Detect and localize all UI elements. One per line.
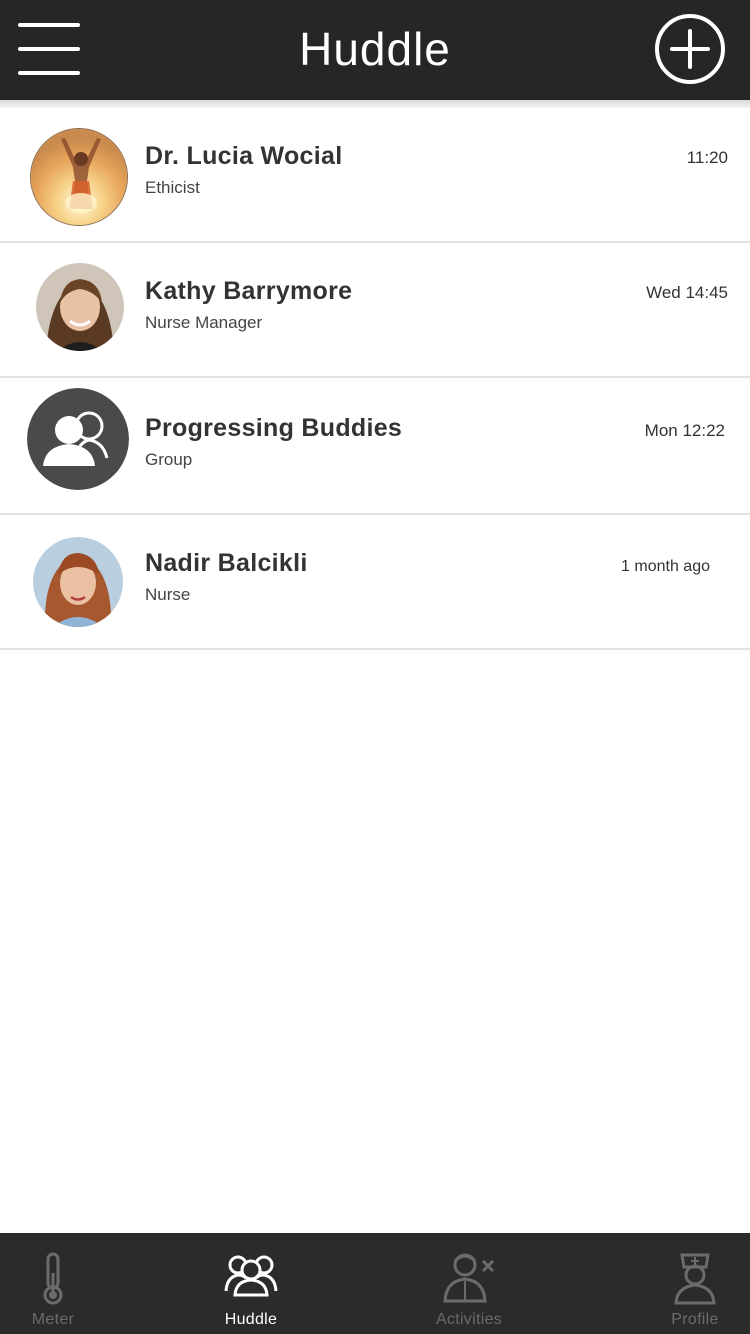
conversation-row[interactable]: Nadir Balcikli Nurse 1 month ago	[0, 515, 750, 650]
last-message-time: Mon 12:22	[644, 421, 725, 440]
conversation-row[interactable]: Kathy Barrymore Nurse Manager Wed 14:45	[0, 243, 750, 378]
plus-circle-icon[interactable]	[654, 13, 726, 85]
group-type: Group	[145, 450, 193, 469]
tab-bar: Meter Huddle Activities Profile	[0, 1233, 750, 1334]
huddle-screen: Huddle Dr. Lucia Wocial Ethicist 11:20 K…	[0, 0, 750, 1334]
page-title: Huddle	[299, 23, 451, 75]
app-header: Huddle	[0, 0, 750, 100]
group-icon	[27, 388, 129, 490]
tab-label: Huddle	[224, 1311, 278, 1328]
group-icon	[223, 1251, 279, 1302]
last-message-time: 11:20	[686, 148, 728, 167]
last-message-time: Wed 14:45	[646, 283, 728, 302]
contact-name: Dr. Lucia Wocial	[145, 142, 343, 170]
tab-label: Profile	[671, 1311, 719, 1328]
thermometer-icon	[38, 1251, 68, 1310]
doctor-icon	[441, 1251, 497, 1308]
contact-role: Nurse	[145, 585, 191, 604]
contact-role: Nurse Manager	[145, 313, 263, 332]
header-shadow	[0, 100, 750, 108]
tab-meter[interactable]: Meter	[0, 1233, 106, 1334]
nurse-icon	[672, 1251, 718, 1310]
tab-huddle[interactable]: Huddle	[200, 1233, 302, 1334]
conversation-row[interactable]: Progressing Buddies Group Mon 12:22	[0, 378, 750, 515]
avatar	[33, 537, 123, 627]
avatar	[36, 263, 124, 351]
last-message-time: 1 month ago	[621, 558, 710, 575]
contact-name: Kathy Barrymore	[145, 277, 353, 305]
group-name: Progressing Buddies	[145, 414, 403, 442]
tab-label: Meter	[31, 1311, 75, 1328]
conversation-row[interactable]: Dr. Lucia Wocial Ethicist 11:20	[0, 108, 750, 243]
contact-name: Nadir Balcikli	[145, 549, 308, 577]
tab-profile[interactable]: Profile	[645, 1233, 745, 1334]
tab-label: Activities	[435, 1311, 503, 1328]
contact-role: Ethicist	[145, 178, 200, 197]
avatar	[30, 128, 128, 226]
tab-activities[interactable]: Activities	[418, 1233, 520, 1334]
conversation-list: Dr. Lucia Wocial Ethicist 11:20 Kathy Ba…	[0, 108, 750, 650]
